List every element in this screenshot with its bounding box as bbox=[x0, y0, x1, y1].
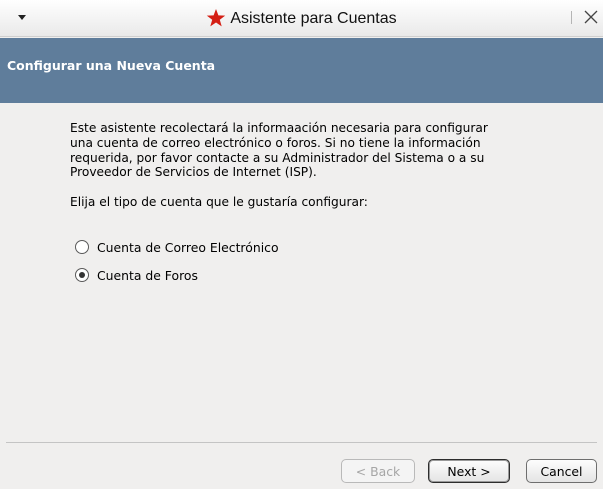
wizard-header: Configurar una Nueva Cuenta bbox=[0, 38, 603, 103]
radio-email-account[interactable]: Cuenta de Correo Electrónico bbox=[75, 238, 279, 256]
radio-label: Cuenta de Correo Electrónico bbox=[97, 239, 279, 255]
wizard-page-title: Configurar una Nueva Cuenta bbox=[7, 58, 216, 73]
next-button[interactable]: Next > bbox=[428, 459, 510, 483]
window-menu-chevron-icon[interactable] bbox=[13, 8, 31, 26]
radio-button[interactable] bbox=[75, 240, 89, 254]
radio-forums-account[interactable]: Cuenta de Foros bbox=[75, 266, 198, 284]
cancel-button[interactable]: Cancel bbox=[526, 459, 597, 483]
account-type-prompt: Elija el tipo de cuenta que le gustaría … bbox=[70, 195, 368, 209]
radio-button-selected[interactable] bbox=[75, 268, 89, 282]
title-bar: Asistente para Cuentas bbox=[0, 0, 603, 37]
description-line: requerida, por favor contacte a su Admin… bbox=[70, 150, 485, 165]
back-button[interactable]: < Back bbox=[341, 459, 415, 483]
description-line: Proveedor de Servicios de Internet (ISP)… bbox=[70, 165, 317, 180]
description-line: Este asistente recolectará la informaaci… bbox=[70, 121, 488, 135]
description-line: una cuenta de correo electrónico o foros… bbox=[70, 135, 481, 150]
red-star-icon bbox=[207, 8, 226, 26]
footer-separator bbox=[6, 442, 597, 443]
window-title: Asistente para Cuentas bbox=[230, 9, 397, 27]
close-x-icon[interactable] bbox=[582, 8, 600, 26]
wizard-description: Este asistente recolectará la informaaci… bbox=[70, 121, 540, 180]
title-separator bbox=[571, 11, 572, 24]
radio-label: Cuenta de Foros bbox=[97, 267, 198, 283]
